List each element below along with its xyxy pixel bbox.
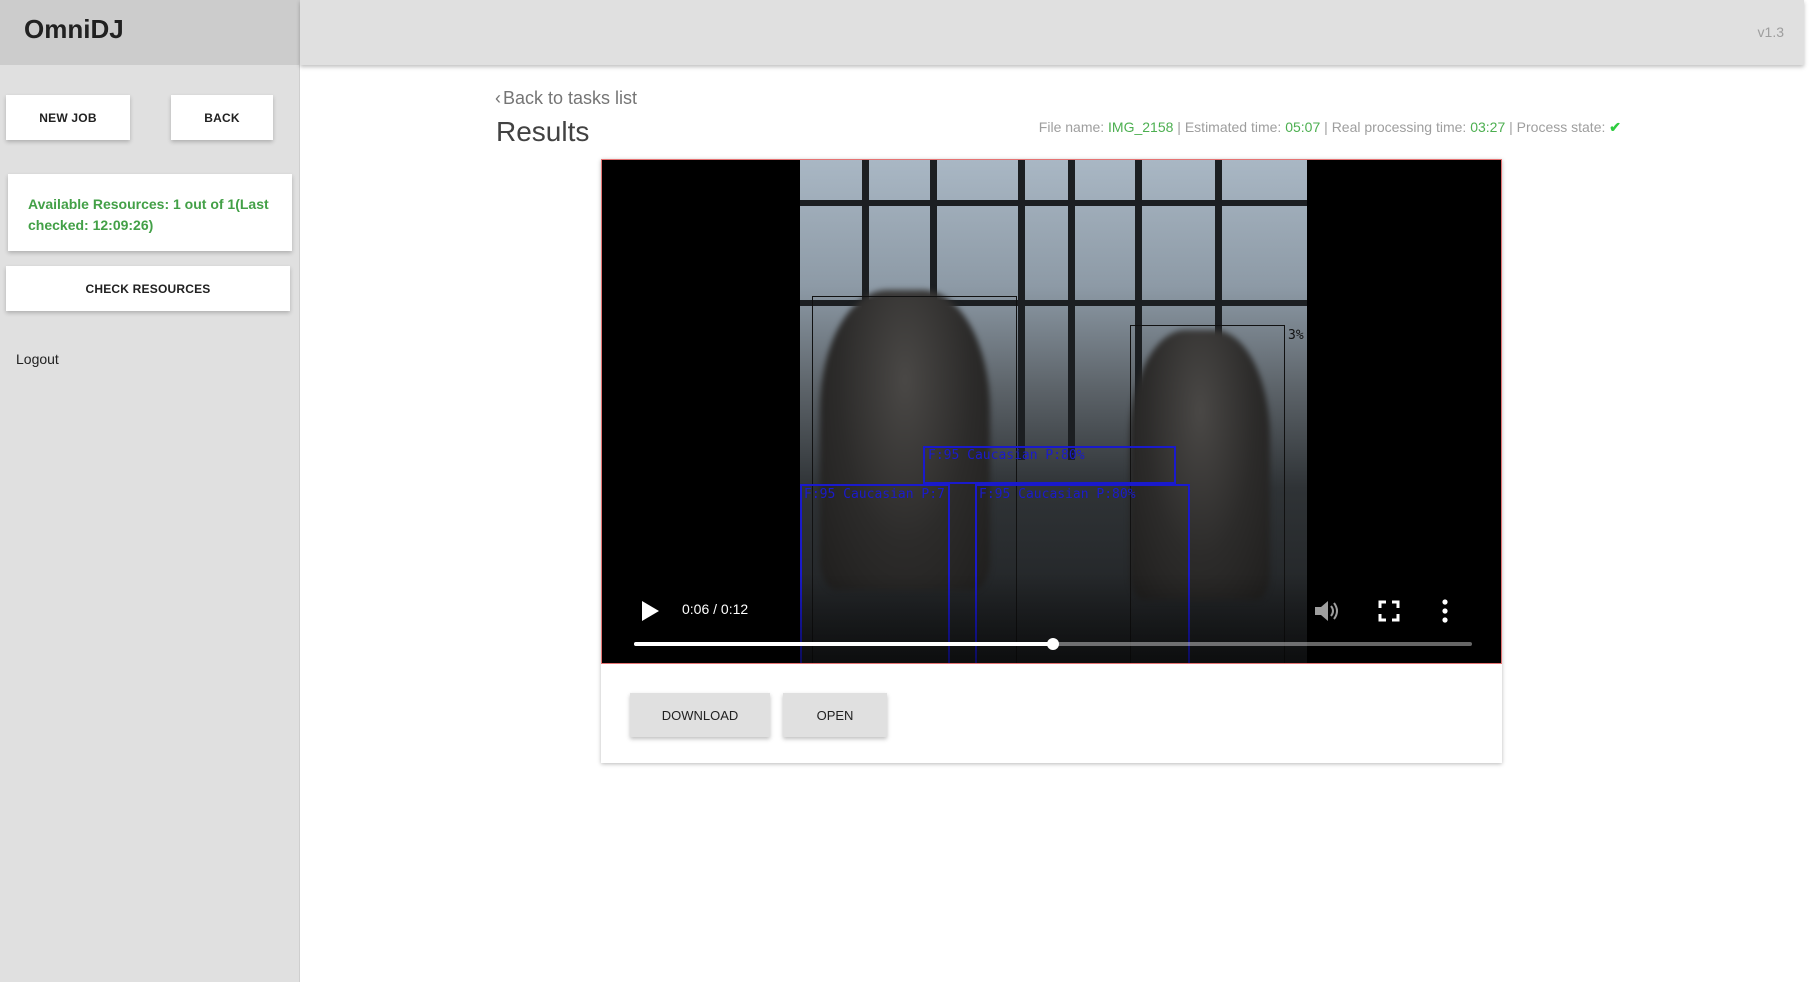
back-to-tasks-link[interactable]: ‹ Back to tasks list [495,88,637,109]
detection-label: F:95 Caucasian P:7 [804,487,945,502]
file-metadata: File name: IMG_2158 | Estimated time: 05… [1038,119,1621,135]
time-display: 0:06 / 0:12 [682,601,749,617]
chevron-left-icon: ‹ [495,88,501,108]
resources-status-text: Available Resources: 1 out of 1(Last che… [28,196,269,233]
detection-label: F:95 Caucasian P:80% [928,448,1085,463]
sidebar: OmniDJ NEW JOB BACK Available Resources:… [0,0,300,982]
detection-label: F:95 Caucasian P:80% [979,487,1136,502]
download-button[interactable]: DOWNLOAD [630,693,770,737]
file-name-label: File name: [1038,119,1105,135]
check-resources-button[interactable]: CHECK RESOURCES [6,266,290,311]
new-job-button[interactable]: NEW JOB [6,95,130,140]
open-button[interactable]: OPEN [783,693,887,737]
app-logo-text: OmniDJ [24,14,124,44]
real-time-label: Real processing time: [1331,119,1467,135]
more-options-icon[interactable] [1440,598,1450,624]
play-icon[interactable] [640,600,660,622]
brand-bar: OmniDJ [0,0,300,65]
window-frame [800,200,1307,206]
logout-link[interactable]: Logout [16,351,59,367]
page-title: Results [496,116,590,147]
back-to-tasks-label: Back to tasks list [503,88,638,108]
progress-bar[interactable] [634,638,1472,650]
version-label: v1.3 [1757,24,1784,40]
estimated-time-value: 05:07 [1285,119,1321,135]
real-time-value: 03:27 [1470,119,1506,135]
fullscreen-icon[interactable] [1378,600,1400,622]
volume-icon[interactable] [1313,598,1341,624]
top-app-bar: v1.3 [300,0,1804,65]
estimated-time-label: Estimated time: [1184,119,1282,135]
progress-thumb[interactable] [1047,638,1059,650]
detection-label: 3% [1288,328,1304,343]
process-state-label: Process state: [1516,119,1606,135]
check-icon: ✔ [1609,119,1621,135]
results-card: 3% F:95 Caucasian P:80% F:95 Caucasian P… [601,159,1502,763]
back-button[interactable]: BACK [171,95,273,140]
progress-fill [634,642,1053,646]
resources-card: Available Resources: 1 out of 1(Last che… [8,174,292,251]
video-player[interactable]: 3% F:95 Caucasian P:80% F:95 Caucasian P… [601,159,1502,664]
file-name-value: IMG_2158 [1108,119,1174,135]
